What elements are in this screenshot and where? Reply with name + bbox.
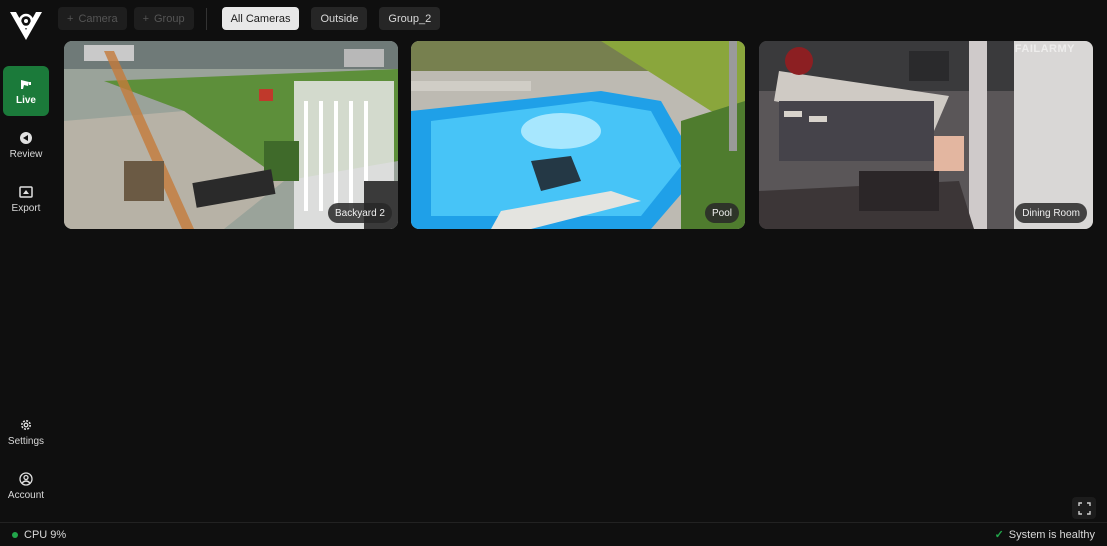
camera-feed-dining-room: [759, 41, 1093, 229]
cpu-usage-text: CPU 9%: [24, 528, 67, 541]
toolbar-divider: [205, 7, 207, 30]
check-icon: ✓: [994, 529, 1004, 541]
plus-icon: +: [67, 12, 74, 25]
gear-icon: [21, 419, 31, 430]
add-camera-button[interactable]: + Camera: [58, 7, 127, 30]
group-group-2[interactable]: Group_2: [379, 7, 441, 30]
camera-name-label: Pool: [704, 203, 739, 223]
nav-live-label: Live: [15, 94, 36, 106]
video-watermark: FAILARMY: [1014, 43, 1075, 55]
plus-icon: +: [142, 12, 149, 25]
camera-tile-dining-room[interactable]: FAILARMY Dining Room: [759, 41, 1093, 229]
system-health[interactable]: ✓ System is healthy: [994, 528, 1095, 542]
cpu-status: CPU 9%: [12, 529, 66, 541]
review-icon: [20, 131, 32, 144]
account-icon: [19, 471, 33, 486]
camera-feed-backyard-2: [64, 41, 398, 229]
nav-export-label: Export: [11, 202, 41, 214]
fullscreen-button[interactable]: [1072, 497, 1096, 519]
camera-name-label: Backyard 2: [327, 203, 392, 223]
add-group-label: Group: [154, 12, 185, 25]
export-icon: [19, 185, 33, 198]
fullscreen-icon: [1077, 501, 1091, 515]
group-all-cameras[interactable]: All Cameras: [221, 7, 300, 30]
group-outside[interactable]: Outside: [311, 7, 368, 30]
live-icon: [21, 79, 31, 89]
nav-settings-label: Settings: [7, 435, 45, 447]
camera-tile-pool[interactable]: Pool: [411, 41, 745, 229]
nav-account-label: Account: [7, 489, 45, 501]
camera-group-toolbar: + Camera + Group All Cameras Outside Gro…: [58, 7, 441, 30]
nav-account[interactable]: Account: [3, 461, 49, 511]
camera-name-label: Dining Room: [1015, 203, 1087, 223]
sidebar: Live Review Export Settings Account: [0, 0, 52, 521]
camera-feed-pool: [411, 41, 745, 229]
nav-review-label: Review: [9, 148, 43, 160]
add-camera-label: Camera: [78, 12, 118, 25]
nav-settings[interactable]: Settings: [3, 407, 49, 457]
nav-review[interactable]: Review: [3, 120, 49, 170]
status-bar: CPU 9% ✓ System is healthy: [0, 522, 1107, 546]
cpu-status-dot: [12, 531, 18, 538]
app-logo[interactable]: [9, 10, 43, 42]
add-group-button[interactable]: + Group: [133, 7, 194, 30]
camera-tile-backyard-2[interactable]: Backyard 2: [64, 41, 398, 229]
nav-export[interactable]: Export: [3, 174, 49, 224]
nav-live[interactable]: Live: [3, 66, 49, 116]
system-health-text: System is healthy: [1008, 528, 1095, 541]
